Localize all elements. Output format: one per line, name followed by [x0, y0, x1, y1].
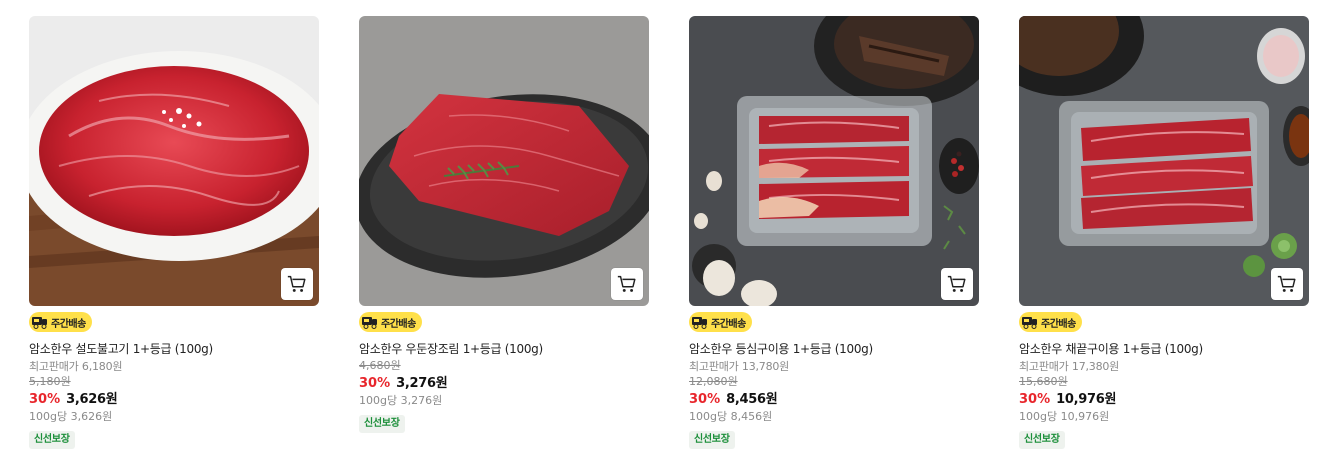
badge-label: 주간배송 — [51, 318, 86, 330]
product-photo — [689, 16, 979, 306]
price-row: 30% 8,456원 — [689, 391, 979, 409]
weekly-delivery-badge: 주간배송 — [689, 312, 752, 332]
badge-label: 주간배송 — [711, 318, 746, 330]
product-name[interactable]: 암소한우 설도불고기 1+등급 (100g) — [29, 341, 319, 357]
product-photo — [359, 16, 649, 306]
badge-label: 주간배송 — [381, 318, 416, 330]
cart-icon — [1277, 275, 1296, 292]
unit-price: 100g당 10,976원 — [1019, 410, 1110, 423]
price-row: 30% 3,626원 — [29, 391, 319, 409]
truck-icon — [691, 314, 709, 330]
sale-price: 3,626원 — [66, 392, 118, 407]
product-photo — [29, 16, 319, 306]
best-price: 최고판매가 17,380원 — [1019, 360, 1120, 373]
weekly-delivery-badge: 주간배송 — [29, 312, 92, 332]
product-image[interactable] — [359, 16, 649, 306]
truck-icon — [1021, 314, 1039, 330]
original-price: 4,680원 — [359, 359, 401, 372]
product-image[interactable] — [29, 16, 319, 306]
fresh-guarantee-tag: 신선보장 — [689, 431, 735, 449]
price-row: 30% 10,976원 — [1019, 391, 1309, 409]
best-price: 최고판매가 6,180원 — [29, 360, 123, 373]
product-grid: 주간배송 암소한우 설도불고기 1+등급 (100g) 최고판매가 6,180원… — [0, 0, 1326, 471]
weekly-delivery-badge: 주간배송 — [359, 312, 422, 332]
truck-icon — [361, 314, 379, 330]
cart-icon — [287, 275, 306, 292]
product-card[interactable]: 주간배송 암소한우 설도불고기 1+등급 (100g) 최고판매가 6,180원… — [29, 16, 319, 449]
badge-label: 주간배송 — [1041, 318, 1076, 330]
fresh-guarantee-tag: 신선보장 — [1019, 431, 1065, 449]
product-card[interactable]: 주간배송 암소한우 채끝구이용 1+등급 (100g) 최고판매가 17,380… — [1019, 16, 1309, 449]
weekly-delivery-badge: 주간배송 — [1019, 312, 1082, 332]
sale-price: 10,976원 — [1056, 392, 1117, 407]
cart-icon — [617, 275, 636, 292]
product-name[interactable]: 암소한우 등심구이용 1+등급 (100g) — [689, 341, 979, 357]
price-row: 30% 3,276원 — [359, 375, 649, 393]
unit-price: 100g당 8,456원 — [689, 410, 773, 423]
add-to-cart-button[interactable] — [281, 268, 313, 300]
sale-price: 3,276원 — [396, 376, 448, 391]
discount-rate: 30% — [359, 376, 391, 391]
product-photo — [1019, 16, 1309, 306]
original-price: 12,080원 — [689, 375, 738, 388]
sale-price: 8,456원 — [726, 392, 778, 407]
best-price: 최고판매가 13,780원 — [689, 360, 790, 373]
cart-icon — [947, 275, 966, 292]
add-to-cart-button[interactable] — [1271, 268, 1303, 300]
discount-rate: 30% — [29, 392, 61, 407]
product-card[interactable]: 주간배송 암소한우 등심구이용 1+등급 (100g) 최고판매가 13,780… — [689, 16, 979, 449]
product-name[interactable]: 암소한우 우둔장조림 1+등급 (100g) — [359, 341, 649, 357]
product-image[interactable] — [689, 16, 979, 306]
add-to-cart-button[interactable] — [941, 268, 973, 300]
truck-icon — [31, 314, 49, 330]
product-image[interactable] — [1019, 16, 1309, 306]
add-to-cart-button[interactable] — [611, 268, 643, 300]
fresh-guarantee-tag: 신선보장 — [29, 431, 75, 449]
discount-rate: 30% — [1019, 392, 1051, 407]
unit-price: 100g당 3,276원 — [359, 394, 443, 407]
product-name[interactable]: 암소한우 채끝구이용 1+등급 (100g) — [1019, 341, 1309, 357]
original-price: 15,680원 — [1019, 375, 1068, 388]
discount-rate: 30% — [689, 392, 721, 407]
fresh-guarantee-tag: 신선보장 — [359, 415, 405, 433]
unit-price: 100g당 3,626원 — [29, 410, 113, 423]
original-price: 5,180원 — [29, 375, 71, 388]
product-card[interactable]: 주간배송 암소한우 우둔장조림 1+등급 (100g) 4,680원 30% 3… — [359, 16, 649, 433]
